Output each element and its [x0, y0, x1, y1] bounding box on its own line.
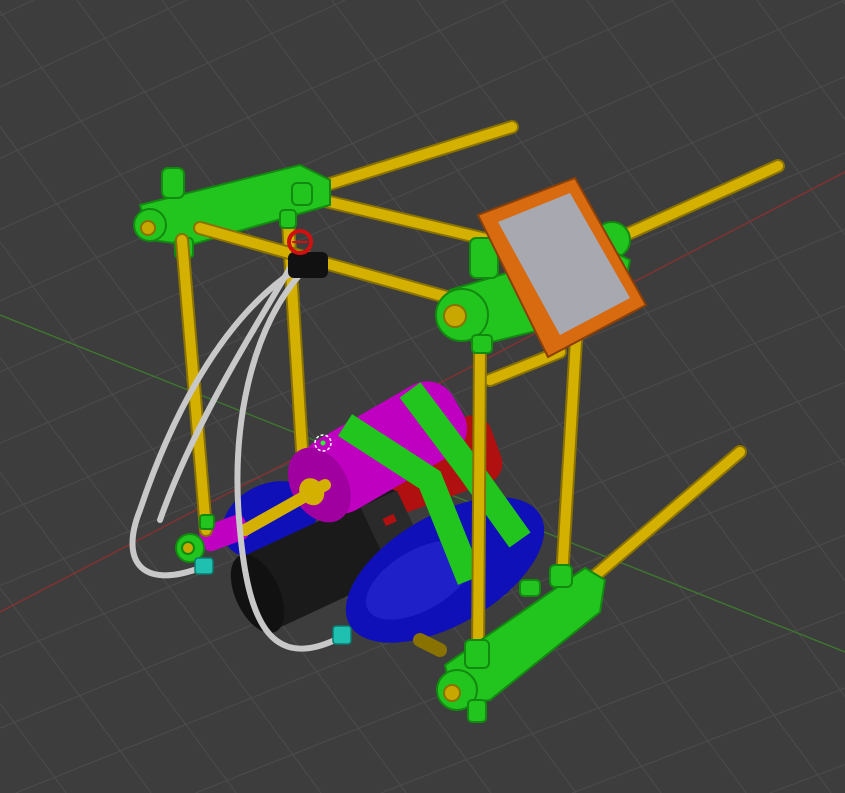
- grid-line: [571, 687, 845, 793]
- grid-line: [0, 0, 346, 159]
- rig-model[interactable]: [129, 120, 785, 723]
- grid-line: [756, 0, 845, 120]
- grid-line: [0, 0, 34, 17]
- grid-line: [769, 763, 845, 793]
- grid-line: [0, 702, 67, 793]
- 3d-viewport[interactable]: [0, 0, 845, 793]
- scene: [0, 0, 845, 793]
- grid-line: [246, 0, 832, 793]
- grid-line: [0, 587, 152, 793]
- grid-line: [0, 0, 188, 88]
